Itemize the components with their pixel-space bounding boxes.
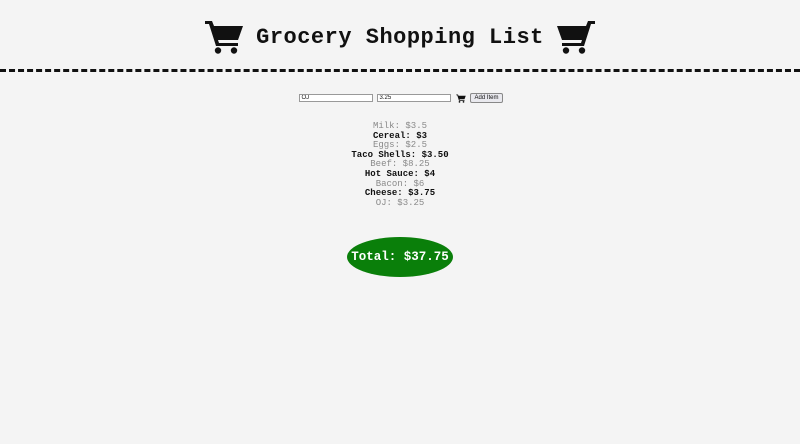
add-item-button[interactable]: Add Item: [470, 93, 503, 103]
item-name-input[interactable]: [299, 94, 374, 102]
shopping-cart-icon: [556, 21, 595, 54]
page-header: Grocery Shopping List: [0, 17, 800, 57]
add-item-form: Add Item: [0, 92, 800, 104]
dashed-divider: [0, 69, 800, 72]
shopping-cart-icon: [205, 21, 244, 54]
shopping-cart-icon: [456, 94, 467, 103]
page-title: Grocery Shopping List: [256, 24, 544, 50]
list-item: OJ: $3.25: [375, 197, 425, 208]
total-badge: Total: $37.75: [347, 237, 453, 277]
item-price-input[interactable]: [377, 94, 452, 102]
grocery-list: Milk: $3.5 Cereal: $3 Eggs: $2.5 Taco Sh…: [0, 121, 800, 208]
